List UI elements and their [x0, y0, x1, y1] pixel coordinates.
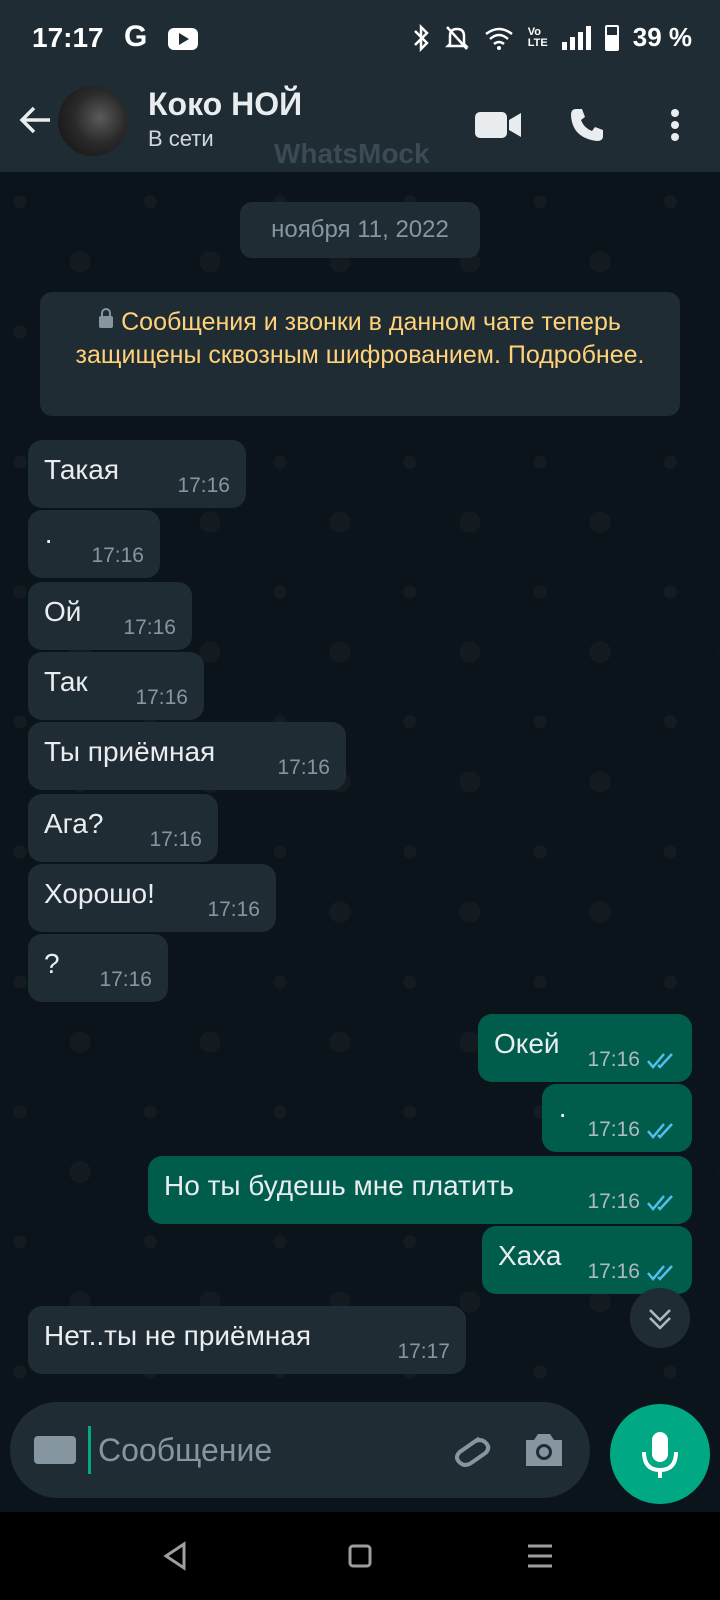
- date-chip: ноября 11, 2022: [240, 202, 480, 258]
- message-time: 17:16: [277, 756, 330, 779]
- text-cursor: [88, 1426, 91, 1474]
- read-ticks-icon: [647, 1265, 673, 1281]
- nav-recents-icon[interactable]: [520, 1536, 560, 1576]
- bluetooth-icon: [413, 23, 429, 52]
- message-bubble[interactable]: Нет..ты не приёмная 17:17: [28, 1306, 466, 1374]
- read-ticks-icon: [647, 1195, 673, 1211]
- message-time: 17:16: [587, 1260, 640, 1283]
- bell-off-icon: [444, 25, 469, 50]
- contact-status: В сети: [148, 126, 214, 151]
- google-icon: G: [124, 20, 148, 53]
- double-chevron-down-icon: [649, 1309, 671, 1330]
- message-time: 17:16: [149, 828, 202, 851]
- message-time: 17:16: [587, 1190, 640, 1213]
- message-bubble[interactable]: · 17:16: [542, 1084, 692, 1152]
- message-text: Но ты будешь мне платить: [164, 1170, 514, 1201]
- scroll-down-button[interactable]: [630, 1288, 690, 1348]
- message-text: Хаха: [498, 1240, 562, 1271]
- message-time: 17:16: [99, 968, 152, 991]
- keyboard-icon[interactable]: [34, 1436, 76, 1464]
- message-bubble[interactable]: Но ты будешь мне платить 17:16: [148, 1156, 692, 1224]
- message-bubble[interactable]: Ой 17:16: [28, 582, 192, 650]
- message-bubble[interactable]: Так 17:16: [28, 652, 204, 720]
- read-ticks-icon: [647, 1053, 673, 1069]
- message-time: 17:16: [123, 616, 176, 639]
- message-text: Окей: [494, 1028, 560, 1059]
- mic-button[interactable]: [610, 1404, 710, 1504]
- message-bubble[interactable]: ? 17:16: [28, 934, 168, 1002]
- message-text: Ой: [44, 596, 82, 627]
- chat-header: Коко НОЙ В сети WhatsMock: [0, 80, 720, 172]
- avatar[interactable]: [58, 86, 128, 156]
- message-text: Такая: [44, 454, 120, 485]
- status-icons: Vo LTE 39 %: [412, 22, 692, 53]
- youtube-icon: [168, 28, 198, 50]
- message-text: ·: [558, 1098, 568, 1129]
- message-bubble[interactable]: Хорошо! 17:16: [28, 864, 276, 932]
- message-bubble[interactable]: Такая 17:16: [28, 440, 246, 508]
- watermark: WhatsMock: [274, 138, 430, 169]
- nav-back-icon[interactable]: [156, 1536, 196, 1576]
- status-bar: 17:17 G Vo LTE 39 %: [0, 0, 720, 80]
- attach-icon[interactable]: [446, 1426, 494, 1474]
- encryption-notice[interactable]: Сообщения и звонки в данном чате теперь …: [40, 292, 680, 416]
- message-time: 17:17: [397, 1340, 450, 1363]
- back-arrow-icon[interactable]: [16, 100, 56, 140]
- message-bubble[interactable]: Ага? 17:16: [28, 794, 218, 862]
- message-bubble[interactable]: Ты приёмная 17:16: [28, 722, 346, 790]
- message-text: Хорошо!: [44, 878, 155, 909]
- battery-percent: 39 %: [632, 22, 692, 52]
- chat-area[interactable]: ноября 11, 2022 Сообщения и звонки в дан…: [0, 172, 720, 1390]
- system-nav-bar: [0, 1512, 720, 1600]
- signal-icon: [561, 25, 591, 50]
- message-bubble[interactable]: · 17:16: [28, 510, 160, 578]
- message-text: Нет..ты не приёмная: [44, 1320, 312, 1351]
- message-text: Ты приёмная: [44, 736, 216, 767]
- video-call-icon[interactable]: [474, 100, 524, 150]
- lock-icon: [99, 308, 114, 328]
- message-time: 17:16: [91, 544, 144, 567]
- battery-icon: [604, 24, 619, 51]
- message-text: Так: [44, 666, 88, 697]
- volte-icon: Vo LTE: [527, 25, 548, 49]
- message-time: 17:16: [587, 1048, 640, 1071]
- message-bubble[interactable]: Хаха 17:16: [482, 1226, 692, 1294]
- nav-home-icon[interactable]: [340, 1536, 380, 1576]
- message-bubble[interactable]: Окей 17:16: [478, 1014, 692, 1082]
- status-time: 17:17: [32, 22, 104, 53]
- contact-name[interactable]: Коко НОЙ: [148, 86, 302, 123]
- mic-icon: [642, 1432, 678, 1478]
- message-input[interactable]: Сообщение: [98, 1432, 272, 1469]
- message-time: 17:16: [207, 898, 260, 921]
- message-text: ·: [44, 524, 54, 555]
- wifi-icon: [485, 27, 513, 50]
- message-time: 17:16: [135, 686, 188, 709]
- message-composer[interactable]: Сообщение: [10, 1402, 590, 1498]
- message-time: 17:16: [587, 1118, 640, 1141]
- camera-icon[interactable]: [520, 1426, 568, 1474]
- phone-icon[interactable]: [562, 100, 612, 150]
- message-time: 17:16: [177, 474, 230, 497]
- message-text: ?: [44, 948, 60, 979]
- read-ticks-icon: [647, 1123, 673, 1139]
- message-text: Ага?: [44, 808, 104, 839]
- encryption-notice-text: Сообщения и звонки в данном чате теперь …: [75, 308, 645, 369]
- more-vert-icon[interactable]: [650, 100, 700, 150]
